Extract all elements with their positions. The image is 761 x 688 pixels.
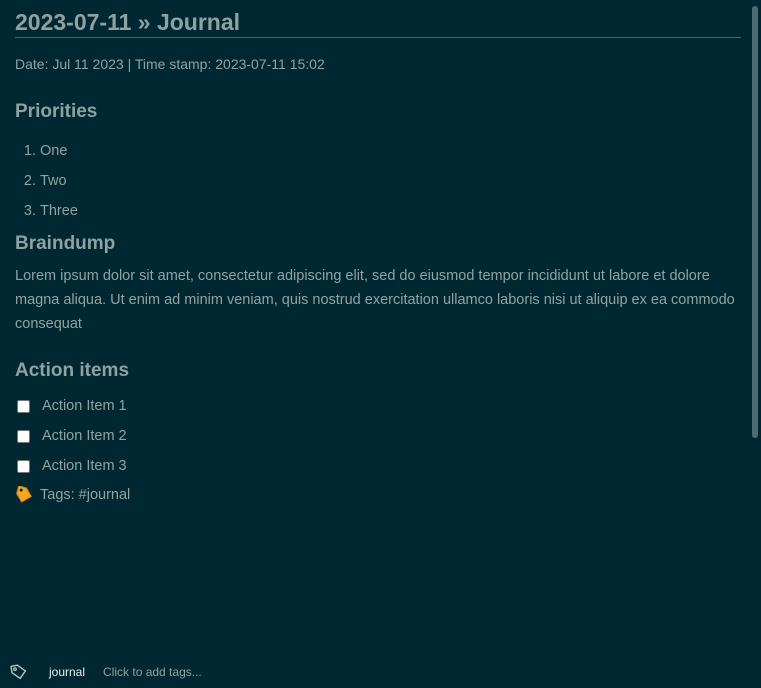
tags-line: Tags: #journal: [15, 485, 741, 505]
action-items-list: Action Item 1 Action Item 2 Action Item …: [15, 391, 741, 481]
action-item-checkbox[interactable]: [17, 399, 30, 413]
priorities-list: One Two Three: [15, 136, 741, 226]
add-tags-input[interactable]: Click to add tags...: [103, 665, 202, 679]
action-item: Action Item 2: [15, 421, 741, 451]
list-item: Three: [40, 196, 741, 226]
action-item-label: Action Item 3: [42, 458, 127, 474]
tag-chip-journal[interactable]: journal: [49, 665, 85, 679]
list-item: Two: [40, 166, 741, 196]
scrollbar[interactable]: [752, 6, 758, 438]
tag-bar: journal Click to add tags...: [0, 656, 761, 688]
action-item-checkbox[interactable]: [17, 429, 30, 443]
heading-braindump: Braindump: [15, 233, 116, 254]
action-item-label: Action Item 1: [42, 398, 127, 414]
action-item: Action Item 3: [15, 451, 741, 481]
label-tag-icon: [16, 486, 33, 503]
braindump-paragraph: Lorem ipsum dolor sit amet, consectetur …: [15, 268, 735, 332]
list-item: One: [40, 136, 741, 166]
heading-action-items: Action items: [15, 360, 130, 381]
action-item-label: Action Item 2: [42, 428, 127, 444]
page-title: 2023-07-11 » Journal: [15, 0, 741, 38]
heading-priorities: Priorities: [15, 101, 98, 122]
action-item: Action Item 1: [15, 391, 741, 421]
action-item-checkbox[interactable]: [17, 459, 30, 473]
note-content: 2023-07-11 » Journal Date: Jul 11 2023 |…: [15, 0, 741, 505]
tags-text: Tags: #journal: [40, 487, 131, 503]
tag-outline-icon: [10, 664, 27, 680]
note-meta: Date: Jul 11 2023 | Time stamp: 2023-07-…: [15, 56, 325, 72]
